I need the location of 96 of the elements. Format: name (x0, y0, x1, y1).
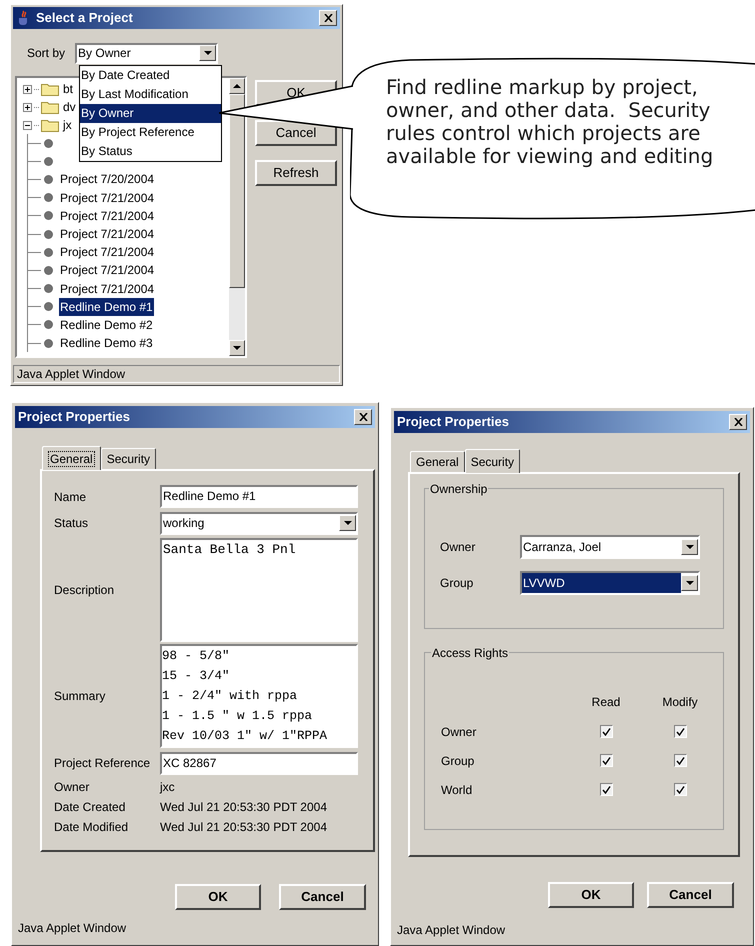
checkmark-icon (676, 786, 684, 794)
scrollbar[interactable] (229, 78, 245, 356)
status-text: Java Applet Window (397, 923, 506, 937)
dropdown-option[interactable]: By Owner (80, 104, 221, 123)
tab[interactable]: General (42, 446, 101, 470)
field-label: Group (440, 575, 474, 592)
description-field[interactable]: Santa Bella 3 Pnl (160, 538, 358, 642)
field-label: Project Reference (54, 755, 152, 772)
reference-field[interactable]: XC 82867 (160, 752, 358, 774)
status-dropdown[interactable]: working (160, 512, 358, 534)
folder-icon (41, 100, 59, 114)
checkmark-icon (602, 728, 610, 736)
tree-item[interactable]: Project 7/21/2004 (59, 261, 156, 280)
dropdown-arrow-button[interactable] (681, 539, 698, 555)
status-text: Java Applet Window (17, 366, 126, 382)
checkbox[interactable] (674, 783, 686, 796)
tree-item[interactable]: Project 7/21/2004 (59, 188, 156, 207)
sort-label: Sort by (27, 45, 66, 62)
folder-label[interactable]: jx (63, 116, 72, 134)
dropdown-option[interactable]: By Status (80, 142, 221, 161)
caret-icon (204, 51, 212, 55)
caret-icon (686, 545, 694, 549)
checkbox[interactable] (674, 725, 686, 738)
checkmark-icon (676, 756, 684, 764)
name-field[interactable]: Redline Demo #1 (160, 485, 358, 508)
callout-text: Find redline markup by project, owner, and other data. Security rules control which projects are available for viewing and editing (386, 76, 714, 168)
tree-item[interactable]: Project 7/21/2004 (59, 225, 156, 244)
checkbox[interactable] (600, 783, 612, 796)
column-header: Modify (661, 694, 699, 711)
sort-dropdown[interactable]: By Owner (75, 42, 218, 64)
field-label: Name (54, 488, 88, 506)
dropdown-option[interactable]: By Project Reference (80, 123, 221, 142)
folder-icon (41, 82, 59, 96)
window-title: Project Properties (18, 408, 131, 426)
row-label: World (441, 782, 474, 798)
tree-item[interactable]: Project 7/21/2004 (59, 243, 156, 262)
checkbox[interactable] (600, 754, 612, 767)
dropdown-option[interactable]: By Last Modification (80, 85, 221, 104)
dropdown-arrow-button[interactable] (199, 45, 216, 61)
tree-item[interactable]: Redline Demo #3 (59, 334, 154, 352)
row-label: Group (441, 752, 476, 770)
checkmark-icon (602, 756, 610, 764)
checkbox[interactable] (674, 754, 686, 767)
checkmark-icon (676, 728, 684, 736)
tree-item[interactable]: Project 7/20/2004 (59, 170, 156, 188)
tab[interactable]: Security (464, 449, 520, 473)
field-label: Date Created (54, 799, 126, 816)
caret-icon (344, 521, 352, 525)
window-title: Project Properties (397, 413, 510, 432)
expander-icon[interactable] (23, 120, 32, 130)
column-header: Read (590, 694, 622, 711)
row-label: Owner (441, 724, 478, 740)
tab[interactable]: Security (100, 448, 156, 469)
close-icon (734, 418, 742, 426)
down-arrow-icon[interactable] (233, 346, 241, 350)
dropdown-option[interactable]: By Date Created (80, 66, 221, 85)
dropdown-arrow-button[interactable] (339, 515, 356, 531)
checkmark-icon (602, 786, 610, 794)
caret-icon (686, 581, 694, 585)
field-label: Date Modified (54, 819, 130, 836)
field-label: Summary (54, 688, 106, 705)
field-label: Status (54, 515, 90, 532)
info-value: Wed Jul 21 20:53:30 PDT 2004 (160, 819, 328, 836)
info-value: jxc (160, 779, 175, 796)
dialog-button[interactable]: OK (548, 882, 634, 908)
tree-item[interactable]: Redline Demo #1 (59, 298, 154, 316)
tab[interactable]: General (410, 451, 465, 472)
dialog-button[interactable]: OK (175, 884, 261, 910)
dialog-button[interactable]: Cancel (647, 882, 734, 908)
close-button[interactable] (319, 10, 337, 26)
summary-field[interactable]: 98 - 5/8" 15 - 3/4" 1 - 2/4" with rppa 1 - 1.5 " w 1.5 rppa Rev 10/03 1" w/ 1"RPPA (160, 644, 358, 748)
tree-item[interactable]: Project 7/21/2004 (59, 280, 156, 298)
checkbox[interactable] (600, 725, 612, 738)
field-label: Description (54, 582, 116, 599)
folder-icon (41, 118, 59, 132)
dropdown-arrow-button[interactable] (681, 575, 698, 591)
folder-label[interactable]: dv (63, 98, 76, 116)
tree-item[interactable]: Project 7/21/2004 (59, 206, 156, 225)
field-label: Owner (54, 779, 90, 796)
up-arrow-icon[interactable] (233, 84, 241, 88)
window-title: Select a Project (36, 9, 134, 28)
dialog-button[interactable]: Refresh (255, 160, 337, 186)
expander-icon[interactable] (23, 102, 32, 112)
combo-box[interactable]: Carranza, Joel (520, 535, 700, 559)
combo-box[interactable]: LVVWD (520, 571, 700, 595)
close-icon (324, 14, 332, 22)
expander-icon[interactable] (23, 84, 32, 94)
folder-label[interactable]: bt (63, 80, 74, 98)
close-button[interactable] (729, 414, 747, 430)
status-text: Java Applet Window (18, 921, 126, 935)
close-icon (358, 413, 368, 421)
tree-item[interactable]: Redline Demo #2 (59, 316, 154, 334)
info-value: Wed Jul 21 20:53:30 PDT 2004 (160, 799, 328, 816)
dialog-button[interactable]: Cancel (279, 884, 366, 910)
close-button[interactable] (354, 409, 372, 425)
field-label: Owner (440, 539, 476, 556)
